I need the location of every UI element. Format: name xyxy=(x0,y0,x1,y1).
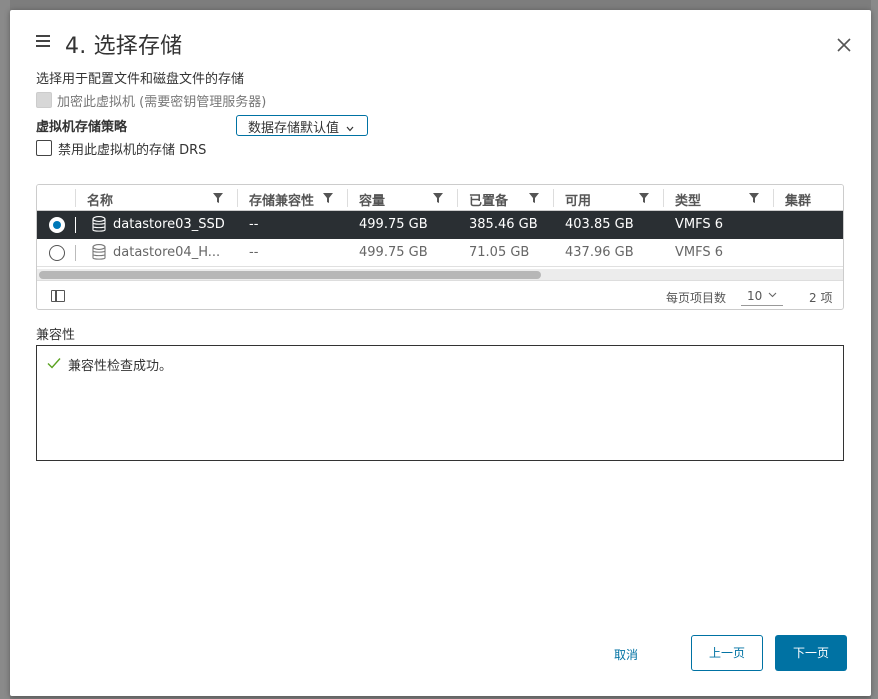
encrypt-vm-label: 加密此虚拟机 (需要密钥管理服务器) xyxy=(57,95,267,110)
cell-type: VMFS 6 xyxy=(675,245,724,260)
dialog-title: 4. 选择存储 xyxy=(65,34,183,59)
grid-header: 名称 存储兼容性 容量 已置备 可用 类型 集群 xyxy=(37,185,843,211)
cell-compat: -- xyxy=(249,217,259,232)
table-row[interactable]: datastore04_H... -- 499.75 GB 71.05 GB 4… xyxy=(37,239,843,267)
column-header-compat[interactable]: 存储兼容性 xyxy=(249,185,314,211)
column-separator xyxy=(347,189,348,207)
column-separator xyxy=(663,189,664,207)
compatibility-box: 兼容性检查成功。 xyxy=(36,345,844,461)
datastore-icon xyxy=(92,216,106,232)
chevron-down-icon xyxy=(768,292,777,298)
storage-policy-dropdown[interactable]: 数据存储默认值 xyxy=(236,115,368,136)
close-icon[interactable] xyxy=(835,36,853,54)
check-icon xyxy=(47,358,61,369)
disable-drs-checkbox[interactable] xyxy=(36,140,52,156)
item-count: 2 项 xyxy=(809,291,833,305)
datastore-grid: 名称 存储兼容性 容量 已置备 可用 类型 集群 datastore03_SSD… xyxy=(36,184,844,310)
column-header-provisioned[interactable]: 已置备 xyxy=(469,185,508,211)
storage-policy-value: 数据存储默认值 xyxy=(248,121,340,136)
cell-compat: -- xyxy=(249,245,259,260)
dialog-subtitle: 选择用于配置文件和磁盘文件的存储 xyxy=(36,72,245,87)
cell-provisioned: 71.05 GB xyxy=(469,245,530,260)
cell-free: 437.96 GB xyxy=(565,245,634,260)
row-divider xyxy=(75,217,76,233)
column-header-type[interactable]: 类型 xyxy=(675,185,701,211)
column-header-name[interactable]: 名称 xyxy=(87,185,113,211)
next-button[interactable]: 下一页 xyxy=(775,635,847,671)
filter-icon[interactable] xyxy=(433,193,443,203)
column-separator xyxy=(237,189,238,207)
cell-provisioned: 385.46 GB xyxy=(469,217,538,232)
column-separator xyxy=(773,189,774,207)
scrollbar-thumb[interactable] xyxy=(39,271,541,279)
column-header-capacity[interactable]: 容量 xyxy=(359,185,385,211)
cell-free: 403.85 GB xyxy=(565,217,634,232)
filter-icon[interactable] xyxy=(529,193,539,203)
table-row[interactable]: datastore03_SSD -- 499.75 GB 385.46 GB 4… xyxy=(37,211,843,239)
grid-footer: 每页项目数 10 2 项 xyxy=(37,282,843,309)
column-toggle-icon[interactable] xyxy=(51,290,65,302)
background-right xyxy=(871,0,878,699)
cell-name: datastore04_H... xyxy=(113,245,221,260)
chevron-down-icon xyxy=(346,126,354,131)
cell-capacity: 499.75 GB xyxy=(359,217,428,232)
row-radio-selected[interactable] xyxy=(49,217,65,233)
per-page-label: 每页项目数 xyxy=(666,291,727,305)
cell-type: VMFS 6 xyxy=(675,217,724,232)
filter-icon[interactable] xyxy=(323,193,333,203)
horizontal-scrollbar[interactable] xyxy=(37,269,843,281)
background-left xyxy=(0,0,10,699)
filter-icon[interactable] xyxy=(639,193,649,203)
storage-policy-label: 虚拟机存储策略 xyxy=(36,120,128,135)
datastore-icon xyxy=(92,244,106,260)
compatibility-message: 兼容性检查成功。 xyxy=(68,359,173,374)
compatibility-title: 兼容性 xyxy=(36,328,76,343)
cell-capacity: 499.75 GB xyxy=(359,245,428,260)
hamburger-menu-icon[interactable] xyxy=(36,35,52,49)
row-radio[interactable] xyxy=(49,245,65,261)
filter-icon[interactable] xyxy=(749,193,759,203)
column-separator xyxy=(553,189,554,207)
disable-drs-label: 禁用此虚拟机的存储 DRS xyxy=(58,143,207,158)
per-page-value: 10 xyxy=(747,289,763,303)
cancel-button[interactable]: 取消 xyxy=(614,646,638,663)
back-button[interactable]: 上一页 xyxy=(691,635,763,671)
cell-name: datastore03_SSD xyxy=(113,217,225,232)
column-header-free[interactable]: 可用 xyxy=(565,185,591,211)
row-divider xyxy=(75,245,76,261)
select-storage-dialog: 4. 选择存储 选择用于配置文件和磁盘文件的存储 加密此虚拟机 (需要密钥管理服… xyxy=(10,10,871,696)
encrypt-vm-checkbox[interactable] xyxy=(36,92,52,108)
column-separator xyxy=(457,189,458,207)
filter-icon[interactable] xyxy=(213,193,223,203)
column-separator xyxy=(75,189,76,207)
column-header-cluster[interactable]: 集群 xyxy=(785,185,811,211)
per-page-select[interactable]: 10 xyxy=(741,288,783,306)
